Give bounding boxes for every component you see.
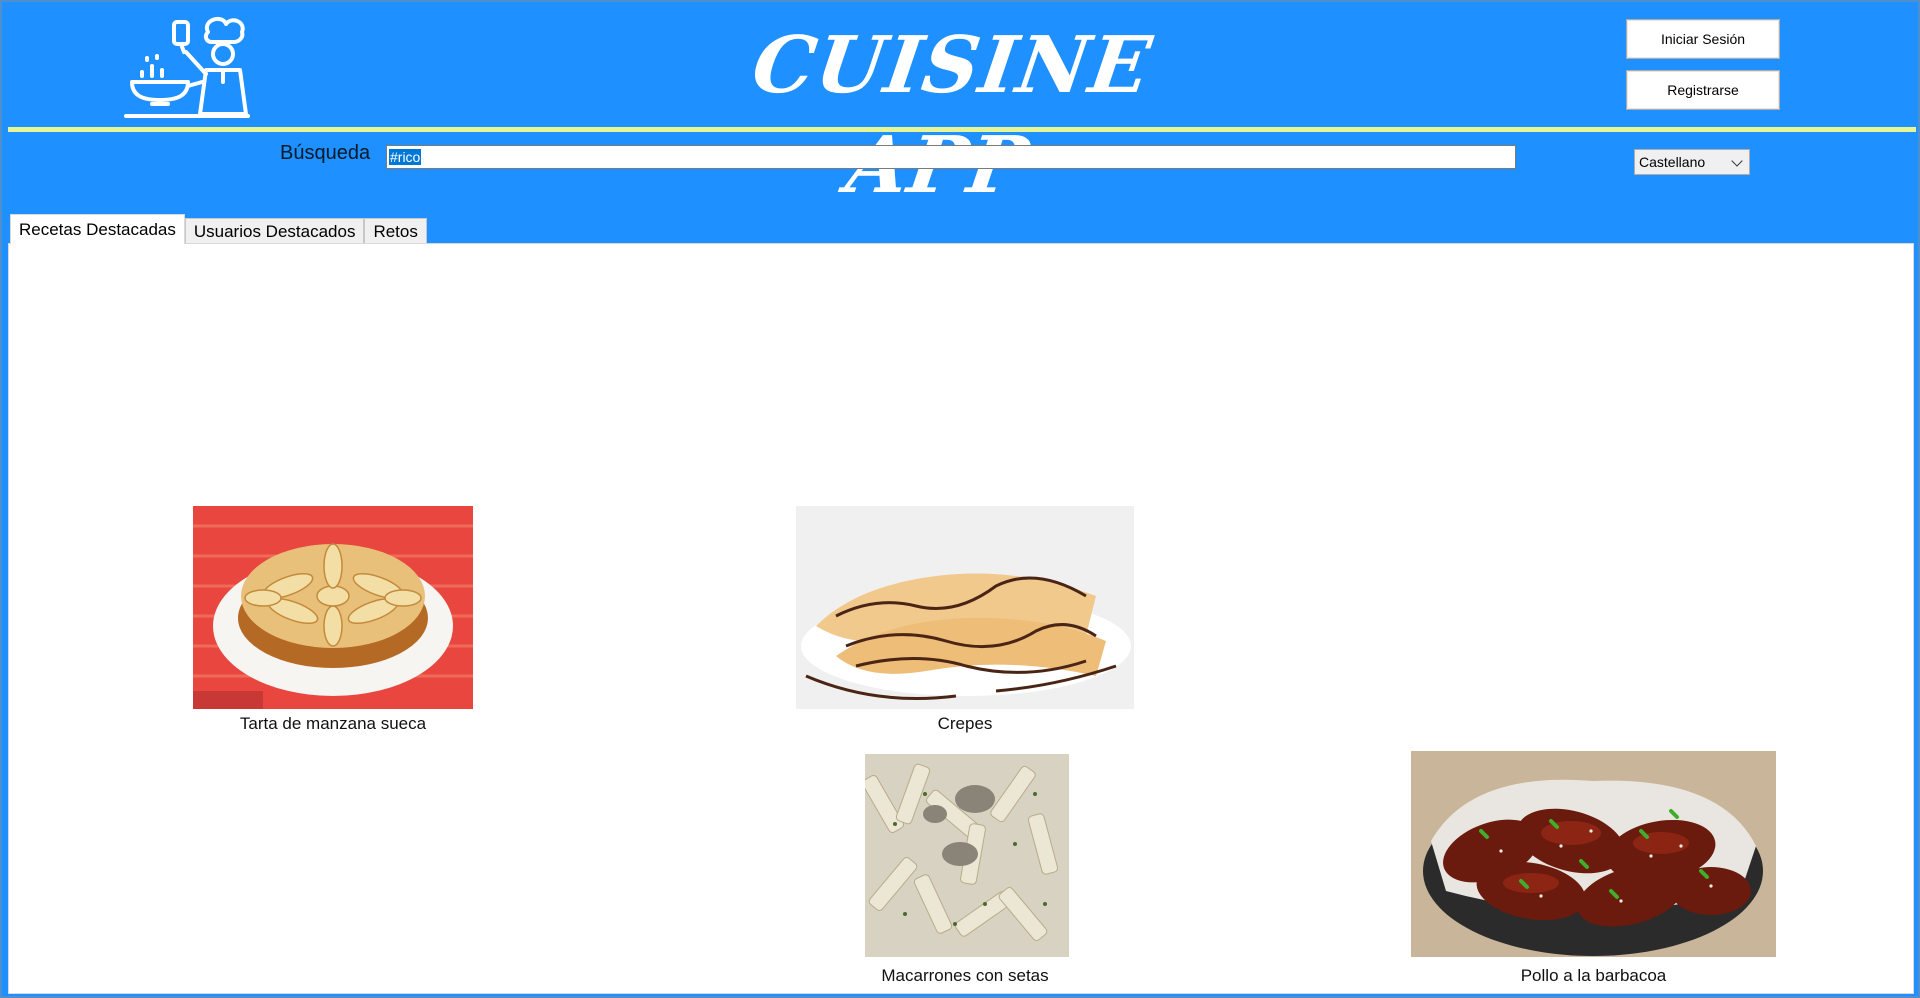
login-button[interactable]: Iniciar Sesión — [1626, 19, 1780, 59]
tab-retos[interactable]: Retos — [364, 218, 427, 244]
chef-logo-icon — [122, 10, 252, 120]
register-button[interactable]: Registrarse — [1626, 70, 1780, 110]
tab-usuarios-destacados[interactable]: Usuarios Destacados — [184, 218, 365, 244]
search-input[interactable]: #rico — [386, 145, 1516, 169]
search-label: Búsqueda — [280, 142, 371, 164]
language-select-value: Castellano — [1639, 154, 1706, 170]
crepes-image[interactable] — [796, 506, 1134, 709]
recipe-name[interactable]: Macarrones con setas — [861, 966, 1069, 986]
pasta-mushrooms-image[interactable] — [865, 754, 1069, 957]
recipe-name[interactable]: Pollo a la barbacoa — [1411, 966, 1776, 986]
apple-cake-image[interactable] — [193, 506, 473, 709]
app-window: CUISINE APP Iniciar Sesión Registrarse B… — [0, 0, 1920, 998]
recipe-card[interactable]: Pollo a la barbacoa — [1411, 751, 1776, 991]
recipe-name[interactable]: Crepes — [796, 714, 1134, 734]
recipe-card[interactable]: Crepes — [796, 506, 1134, 746]
bbq-chicken-image[interactable] — [1411, 751, 1776, 957]
recipe-card[interactable]: Tarta de manzana sueca — [193, 506, 473, 746]
language-select[interactable]: Castellano — [1634, 149, 1750, 175]
tab-recetas-destacadas[interactable]: Recetas Destacadas — [10, 214, 185, 244]
app-title: CUISINE APP — [747, 20, 1158, 211]
recipe-name[interactable]: Tarta de manzana sueca — [193, 714, 473, 734]
tab-strip: Recetas Destacadas Usuarios Destacados R… — [10, 214, 427, 244]
recipe-card[interactable]: Macarrones con setas — [861, 754, 1069, 994]
chevron-down-icon — [1731, 155, 1743, 167]
search-input-selected-text: #rico — [389, 149, 422, 165]
header-divider — [8, 127, 1916, 132]
tab-content-panel: Tarta de manzana sueca Crepes Macarrones… — [8, 243, 1914, 994]
